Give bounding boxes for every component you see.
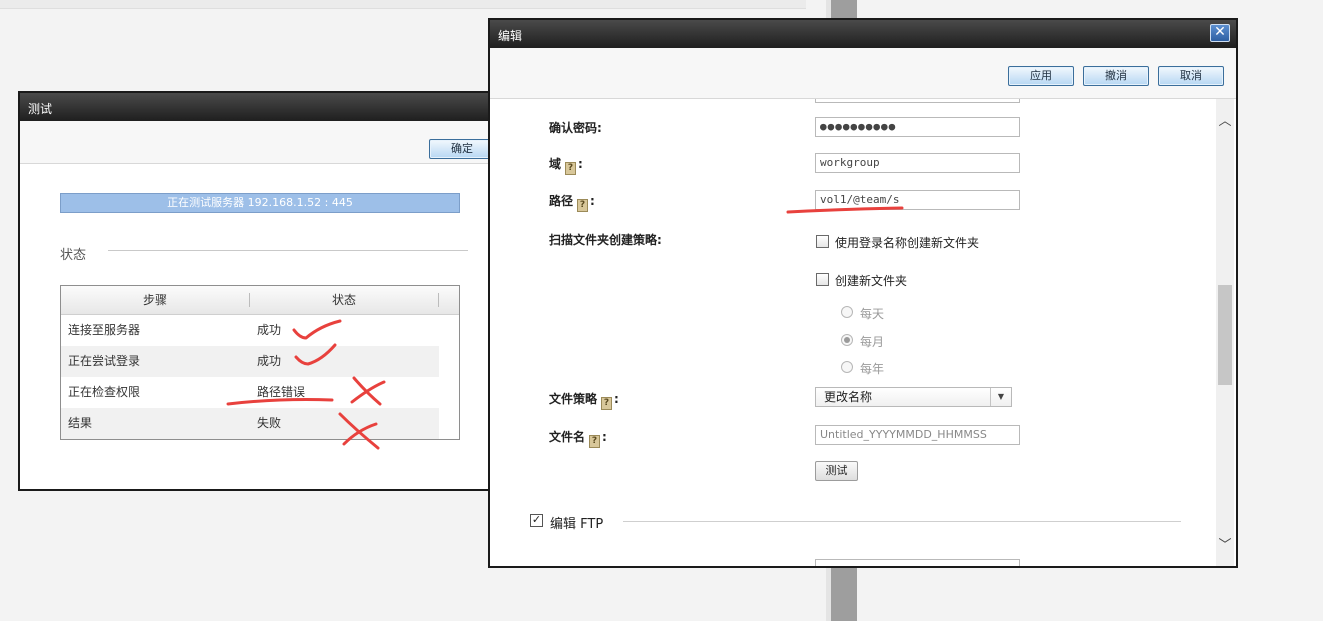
section-divider (108, 250, 468, 251)
row-status: 路径错误 (257, 385, 306, 399)
test-dialog-title: 测试 (20, 93, 506, 121)
test-dialog-toolbar: 确定 (20, 121, 506, 164)
radio-yearly[interactable] (841, 361, 853, 373)
path-label: 路径?: (549, 192, 595, 212)
domain-input[interactable]: workgroup (815, 153, 1020, 173)
path-label-text: 路径 (549, 194, 574, 208)
next-field[interactable] (815, 559, 1020, 566)
scroll-down-icon[interactable]: ﹀ (1216, 537, 1234, 555)
row-step: 结果 (68, 416, 93, 430)
radio-yearly-label: 每年 (860, 362, 885, 376)
status-table: 步骤 状态 连接至服务器 成功 正在尝试登录 成功 正在检查权限 路径错误 结果… (60, 285, 460, 440)
background-page-strip (0, 0, 806, 9)
chevron-down-icon[interactable]: ▼ (990, 388, 1011, 406)
label-colon: : (614, 392, 619, 406)
help-icon[interactable]: ? (601, 397, 613, 410)
edit-form: 确认密码: ●●●●●●●●●● 域?: workgroup 路径?: vol1… (490, 99, 1218, 566)
use-login-name-label: 使用登录名称创建新文件夹 (835, 236, 980, 250)
scrollbar-thumb[interactable] (1218, 285, 1232, 385)
scroll-up-icon[interactable]: ︿ (1216, 113, 1234, 131)
radio-daily[interactable] (841, 306, 853, 318)
path-input[interactable]: vol1/@team/s (815, 190, 1020, 210)
column-header-step: 步骤 (142, 293, 167, 307)
row-step: 正在尝试登录 (68, 354, 141, 368)
column-divider (438, 293, 439, 307)
help-icon[interactable]: ? (577, 199, 589, 212)
row-step: 连接至服务器 (68, 323, 141, 337)
ftp-section-divider (623, 521, 1181, 522)
create-new-folder-label: 创建新文件夹 (835, 274, 908, 288)
domain-label: 域?: (549, 155, 583, 175)
file-name-input[interactable]: Untitled_YYYYMMDD_HHMMSS (815, 425, 1020, 445)
status-section-label: 状态 (60, 248, 87, 263)
help-icon[interactable]: ? (565, 162, 577, 175)
label-colon: : (578, 157, 583, 171)
close-icon[interactable]: ✕ (1210, 24, 1230, 42)
test-dialog: 测试 确定 正在测试服务器 192.168.1.52 : 445 状态 步骤 状… (18, 91, 508, 491)
row-step: 正在检查权限 (68, 385, 141, 399)
scan-folder-policy-label: 扫描文件夹创建策略: (549, 233, 662, 247)
file-name-label-text: 文件名 (549, 430, 586, 444)
vertical-scrollbar[interactable]: ︿ ﹀ (1216, 99, 1234, 566)
edit-ftp-label: 编辑 FTP (550, 517, 604, 532)
help-icon[interactable]: ? (589, 435, 601, 448)
undo-button[interactable]: 撤消 (1083, 66, 1149, 86)
table-row: 正在检查权限 路径错误 (61, 377, 439, 408)
confirm-password-label: 确认密码: (549, 121, 602, 135)
status-table-header: 步骤 状态 (61, 286, 459, 315)
edit-dialog-title: 编辑 (490, 20, 1236, 48)
row-status: 成功 (257, 323, 282, 337)
edit-dialog-toolbar: 应用 撤消 取消 (490, 48, 1236, 99)
file-name-label: 文件名?: (549, 428, 607, 448)
label-colon: : (602, 430, 607, 444)
table-row: 正在尝试登录 成功 (61, 346, 439, 377)
row-status: 成功 (257, 354, 282, 368)
table-row: 连接至服务器 成功 (61, 315, 439, 346)
radio-monthly-label: 每月 (860, 335, 885, 349)
edit-dialog: 编辑 ✕ 应用 撤消 取消 确认密码: ●●●●●●●●●● 域?: workg… (488, 18, 1238, 568)
column-header-status: 状态 (331, 293, 356, 307)
test-progress-bar: 正在测试服务器 192.168.1.52 : 445 (60, 193, 460, 213)
file-policy-label-text: 文件策略 (549, 392, 598, 406)
apply-button[interactable]: 应用 (1008, 66, 1074, 86)
create-new-folder-checkbox[interactable] (816, 273, 829, 286)
previous-field[interactable] (815, 99, 1020, 103)
domain-label-text: 域 (549, 157, 562, 171)
ok-button[interactable]: 确定 (429, 139, 495, 159)
file-name-placeholder: Untitled_YYYYMMDD_HHMMSS (820, 428, 987, 441)
label-colon: : (590, 194, 595, 208)
radio-monthly[interactable] (841, 334, 853, 346)
file-policy-select[interactable]: 更改名称 ▼ (815, 387, 1012, 407)
file-policy-value: 更改名称 (824, 390, 873, 404)
table-row: 结果 失败 (61, 408, 439, 439)
cancel-button[interactable]: 取消 (1158, 66, 1224, 86)
edit-ftp-checkbox[interactable]: ✓ (530, 514, 543, 527)
row-status: 失败 (257, 416, 282, 430)
confirm-password-input[interactable]: ●●●●●●●●●● (815, 117, 1020, 137)
file-policy-label: 文件策略?: (549, 390, 619, 410)
use-login-name-checkbox[interactable] (816, 235, 829, 248)
test-button[interactable]: 测试 (815, 461, 858, 481)
radio-daily-label: 每天 (860, 307, 885, 321)
